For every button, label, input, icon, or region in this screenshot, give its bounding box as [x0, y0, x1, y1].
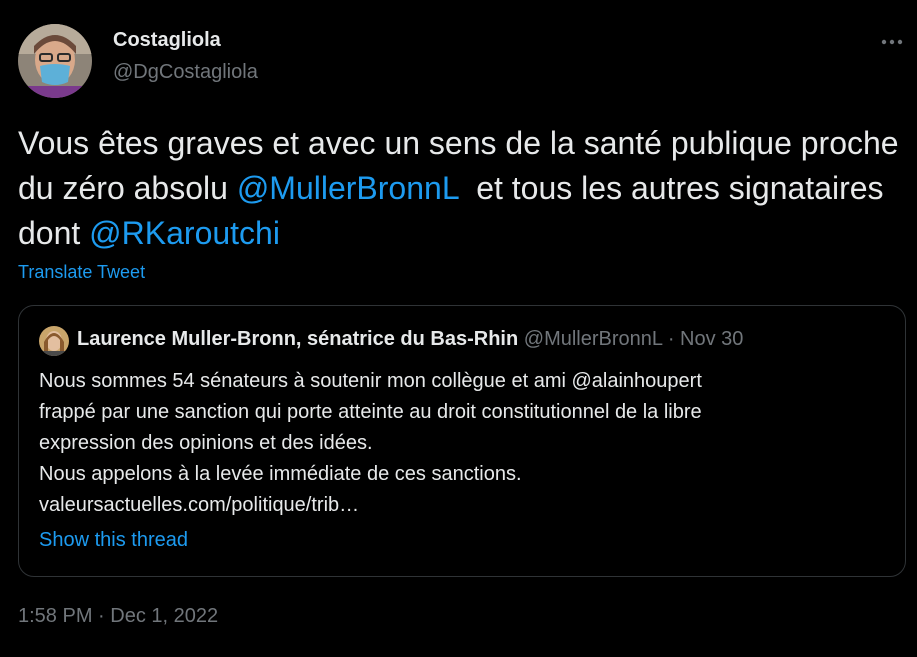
quote-link-text: valeursactuelles.com/politique/trib… — [39, 494, 360, 516]
mention-mullerbronnl-link[interactable]: @MullerBronnL — [237, 170, 459, 206]
author-name[interactable]: Costagliola — [113, 29, 221, 52]
author-handle[interactable]: @DgCostagliola — [113, 61, 258, 84]
show-this-thread-link[interactable]: Show this thread — [39, 529, 188, 552]
quote-author-name: Laurence Muller-Bronn, sénatrice du Bas-… — [77, 328, 519, 350]
quote-header: Laurence Muller-Bronn, sénatrice du Bas-… — [77, 328, 743, 351]
quote-line: Nous appelons à la levée immédiate de ce… — [39, 463, 522, 485]
quote-line: frappé par une sanction qui porte attein… — [39, 401, 702, 423]
mention-rkaroutchi-link[interactable]: @RKaroutchi — [89, 215, 280, 251]
quote-avatar-image — [39, 326, 69, 356]
quote-line: Nous sommes 54 sénateurs à soutenir mon … — [39, 370, 702, 392]
avatar-image — [18, 24, 92, 98]
tweet-timestamp[interactable]: 1:58 PM · Dec 1, 2022 — [18, 605, 218, 628]
quoted-tweet-card[interactable]: Laurence Muller-Bronn, sénatrice du Bas-… — [18, 305, 906, 577]
more-horizontal-icon — [881, 39, 903, 45]
quote-author-meta: @MullerBronnL · Nov 30 — [518, 328, 744, 350]
translate-tweet-link[interactable]: Translate Tweet — [18, 262, 145, 283]
quote-author-avatar — [39, 326, 69, 356]
quote-body: Nous sommes 54 sénateurs à soutenir mon … — [39, 366, 889, 521]
more-options-button[interactable] — [872, 28, 912, 56]
author-avatar[interactable] — [18, 24, 92, 98]
tweet-text: Vous êtes graves et avec un sens de la s… — [18, 121, 903, 256]
quote-line: expression des opinions et des idées. — [39, 432, 373, 454]
